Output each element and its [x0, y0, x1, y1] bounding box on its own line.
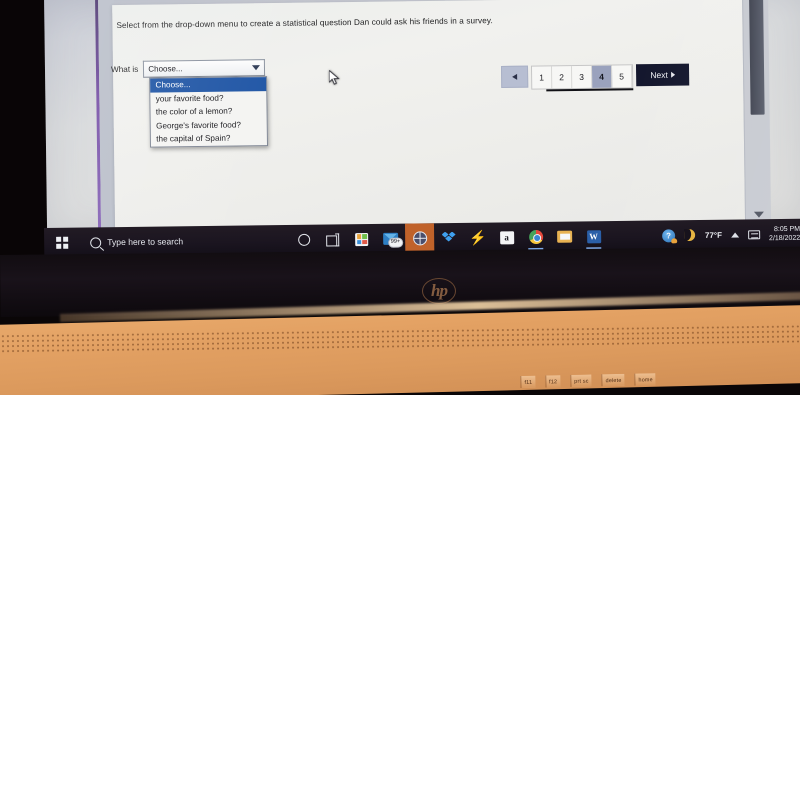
chevron-down-icon: [252, 65, 261, 71]
globe-icon[interactable]: [404, 223, 435, 254]
select-selected-value: Choose...: [148, 64, 183, 74]
clock-time: 8:05 PM: [773, 225, 800, 233]
dropdown-wrapper[interactable]: Choose... Choose... your favorite food? …: [143, 59, 269, 148]
chevron-up-icon[interactable]: [730, 232, 740, 238]
mail-icon[interactable]: 99+: [376, 224, 405, 254]
dropdown-option[interactable]: the capital of Spain?: [151, 131, 267, 146]
mail-badge: 99+: [387, 237, 404, 248]
clock-date: 2/18/2022: [768, 234, 800, 243]
key-prt-sc[interactable]: prt sc: [570, 374, 592, 387]
search-icon: [90, 236, 102, 248]
pagination-page-5[interactable]: 5: [611, 65, 633, 88]
dropdown-options-list[interactable]: Choose... your favorite food? the color …: [149, 76, 269, 148]
clock[interactable]: 8:05 PM 2/18/2022: [769, 224, 800, 243]
page-scrollbar[interactable]: [741, 0, 772, 223]
dropbox-icon[interactable]: [434, 223, 463, 253]
word-icon[interactable]: W: [579, 221, 608, 251]
weather-icon[interactable]: ?: [661, 228, 676, 242]
question-label: What is: [110, 64, 139, 75]
laptop-photo: Select from the drop-down menu to create…: [0, 0, 800, 395]
chrome-icon[interactable]: [521, 222, 550, 252]
amazon-icon[interactable]: a: [492, 222, 521, 252]
mouse-cursor-icon: [329, 70, 340, 85]
key-f11[interactable]: f11: [520, 375, 536, 388]
next-button-label: Next: [650, 69, 668, 81]
search-placeholder: Type here to search: [107, 236, 184, 248]
cortana-icon[interactable]: [289, 225, 318, 255]
pagination-prev-button[interactable]: [500, 65, 529, 89]
lightning-bolt-icon[interactable]: ⚡: [463, 223, 492, 253]
chevron-left-icon: [512, 73, 518, 80]
moon-icon: [684, 229, 696, 241]
statistical-question-select[interactable]: Choose...: [143, 59, 266, 78]
white-background-area: [0, 395, 800, 800]
key-delete[interactable]: delete: [601, 373, 625, 387]
chevron-down-icon[interactable]: [753, 211, 764, 218]
next-button[interactable]: Next: [635, 63, 690, 87]
network-icon[interactable]: [747, 229, 761, 239]
chevron-right-icon: [670, 71, 675, 78]
pagination: 1 2 3 4 5 Next: [500, 63, 690, 92]
pagination-page-1[interactable]: 1: [531, 66, 553, 89]
tray-temperature[interactable]: 77°F: [705, 230, 722, 239]
key-home[interactable]: home: [634, 373, 656, 386]
screenshot-root: Select from the drop-down menu to create…: [0, 0, 800, 800]
microsoft-store-icon[interactable]: [347, 224, 376, 254]
scrollbar-thumb[interactable]: [748, 0, 765, 115]
speaker-grille: [0, 323, 800, 354]
file-explorer-icon[interactable]: [550, 221, 579, 251]
task-view-icon[interactable]: [318, 224, 347, 254]
search-input[interactable]: Type here to search: [90, 235, 275, 248]
pagination-page-3[interactable]: 3: [571, 65, 593, 89]
windows-logo-icon: [56, 236, 69, 249]
key-f12[interactable]: f12: [544, 375, 561, 388]
question-row: What is Choose... Choose... your favorit…: [110, 59, 269, 148]
laptop-screen: Select from the drop-down menu to create…: [44, 0, 800, 236]
pagination-numbers: 1 2 3 4 5: [530, 64, 634, 92]
pagination-page-4[interactable]: 4: [591, 65, 613, 88]
bezel-left: [0, 0, 46, 270]
pagination-page-2[interactable]: 2: [551, 66, 573, 89]
system-tray: ? 77°F 8:05 PM 2/18/2022: [661, 224, 800, 245]
